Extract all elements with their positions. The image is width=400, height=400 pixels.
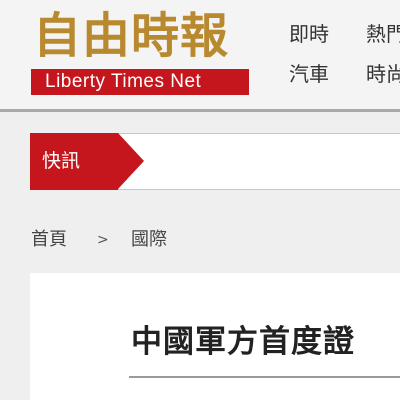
flash-news-bar[interactable]: 快訊 (30, 133, 400, 190)
site-logo[interactable]: 自由時報 Liberty Times Net (31, 6, 251, 95)
nav-item-popular[interactable]: 熱門 (366, 20, 400, 48)
logo-chinese-name: 自由時報 (33, 8, 230, 64)
article-card: 中國軍方首度證 (30, 273, 400, 400)
breadcrumb-separator: > (97, 232, 109, 248)
article-title: 中國軍方首度證 (131, 324, 355, 360)
breadcrumb-home-link[interactable]: 首頁 (31, 226, 67, 254)
site-header: 自由時報 Liberty Times Net 即時 熱門 汽車 時尚 (0, 0, 400, 112)
nav-item-breaking[interactable]: 即時 (289, 20, 329, 48)
logo-english-name: Liberty Times Net (31, 69, 249, 95)
nav-item-auto[interactable]: 汽車 (289, 60, 329, 88)
nav-item-fashion[interactable]: 時尚 (366, 60, 400, 88)
flash-arrow-icon (118, 133, 144, 189)
main-nav: 即時 熱門 汽車 時尚 (289, 18, 400, 98)
breadcrumb-international-link[interactable]: 國際 (131, 226, 167, 254)
flash-news-label[interactable]: 快訊 (30, 133, 118, 190)
title-divider (129, 376, 400, 378)
